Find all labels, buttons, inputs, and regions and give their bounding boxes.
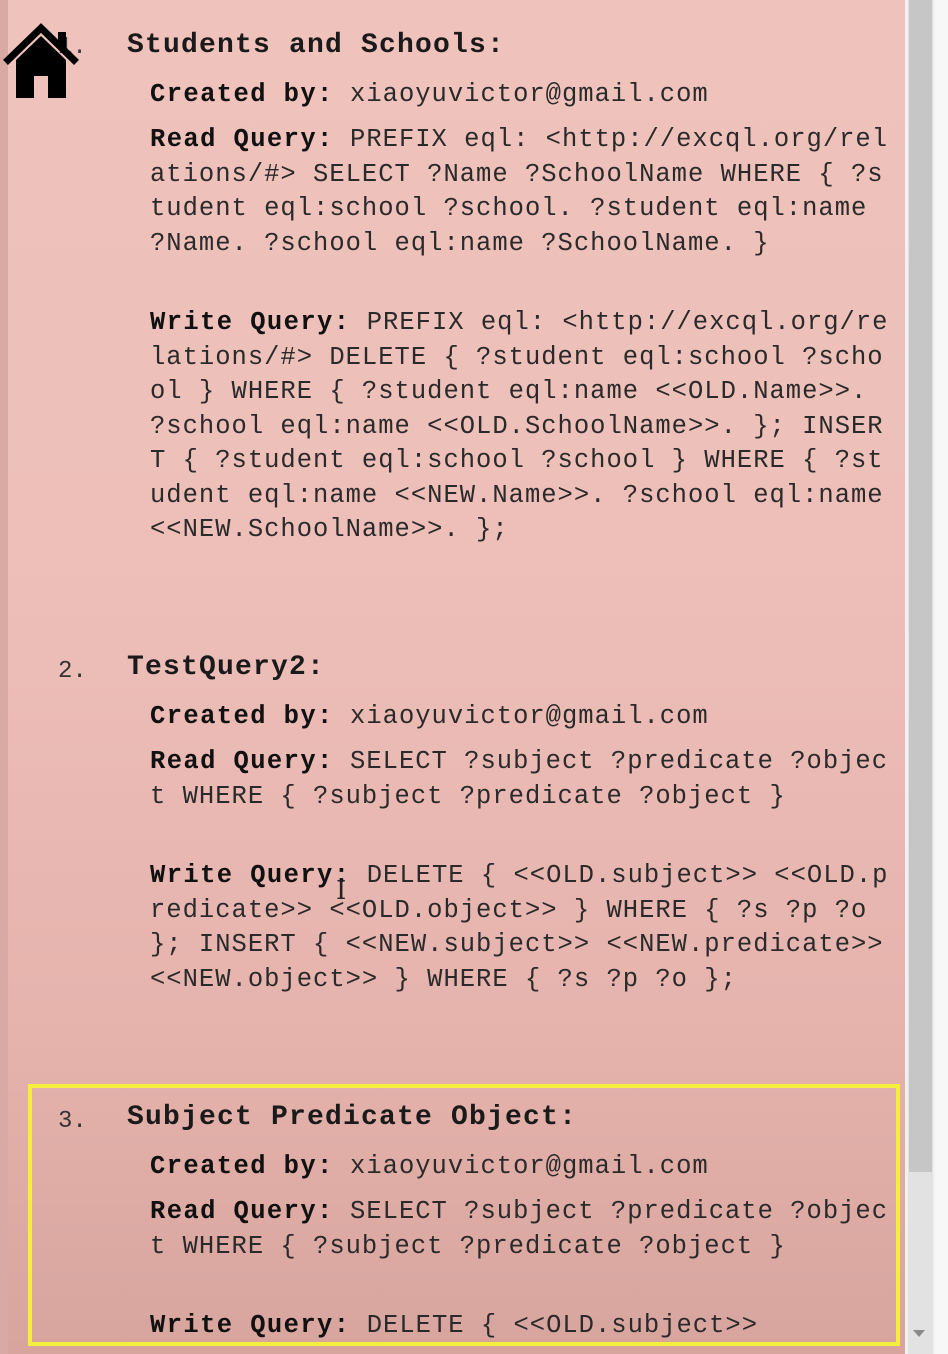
write-query-field: Write Query: DELETE { <<OLD.subject>> bbox=[150, 1309, 890, 1344]
entry-title: Students and Schools: bbox=[127, 30, 506, 61]
created-by-field: Created by: xiaoyuvictor@gmail.com bbox=[150, 78, 890, 113]
vertical-scrollbar[interactable] bbox=[905, 0, 948, 1354]
text-cursor-icon: I bbox=[336, 876, 347, 906]
scroll-down-arrow-icon[interactable] bbox=[913, 1330, 925, 1337]
write-query-label: Write Query: bbox=[150, 861, 351, 890]
created-by-value: xiaoyuvictor@gmail.com bbox=[350, 1152, 709, 1181]
scrollbar-thumb[interactable] bbox=[909, 0, 932, 1172]
created-by-field: Created by: xiaoyuvictor@gmail.com bbox=[150, 700, 890, 735]
created-by-value: xiaoyuvictor@gmail.com bbox=[350, 702, 709, 731]
scrollbar-edge bbox=[935, 0, 948, 1354]
read-query-field: Read Query: SELECT ?subject ?predicate ?… bbox=[150, 745, 890, 814]
write-query-label: Write Query: bbox=[150, 1311, 351, 1340]
entry-title: Subject Predicate Object: bbox=[127, 1102, 578, 1133]
write-query-value: PREFIX eql: <http://excql.org/relations/… bbox=[150, 308, 889, 544]
read-query-field: Read Query: SELECT ?subject ?predicate ?… bbox=[150, 1195, 890, 1264]
created-by-field: Created by: xiaoyuvictor@gmail.com bbox=[150, 1150, 890, 1185]
created-by-label: Created by: bbox=[150, 80, 334, 109]
write-query-field: Write Query: PREFIX eql: <http://excql.o… bbox=[150, 306, 890, 548]
write-query-label: Write Query: bbox=[150, 308, 351, 337]
created-by-label: Created by: bbox=[150, 1152, 334, 1181]
query-list-panel: 1. Students and Schools: Created by: xia… bbox=[0, 0, 905, 1354]
read-query-label: Read Query: bbox=[150, 125, 334, 154]
read-query-label: Read Query: bbox=[150, 1197, 334, 1226]
write-query-field: Write Query: DELETE { <<OLD.subject>> <<… bbox=[150, 859, 890, 997]
entry-title: TestQuery2: bbox=[127, 652, 326, 683]
entry-number: 2. bbox=[58, 658, 87, 685]
home-icon bbox=[3, 23, 79, 98]
left-edge-strip bbox=[0, 0, 8, 1354]
created-by-label: Created by: bbox=[150, 702, 334, 731]
write-query-value: DELETE { <<OLD.subject>> bbox=[366, 1311, 759, 1340]
read-query-field: Read Query: PREFIX eql: <http://excql.or… bbox=[150, 123, 890, 261]
read-query-label: Read Query: bbox=[150, 747, 334, 776]
created-by-value: xiaoyuvictor@gmail.com bbox=[350, 80, 709, 109]
entry-number: 3. bbox=[58, 1108, 87, 1135]
home-button[interactable] bbox=[2, 22, 80, 102]
